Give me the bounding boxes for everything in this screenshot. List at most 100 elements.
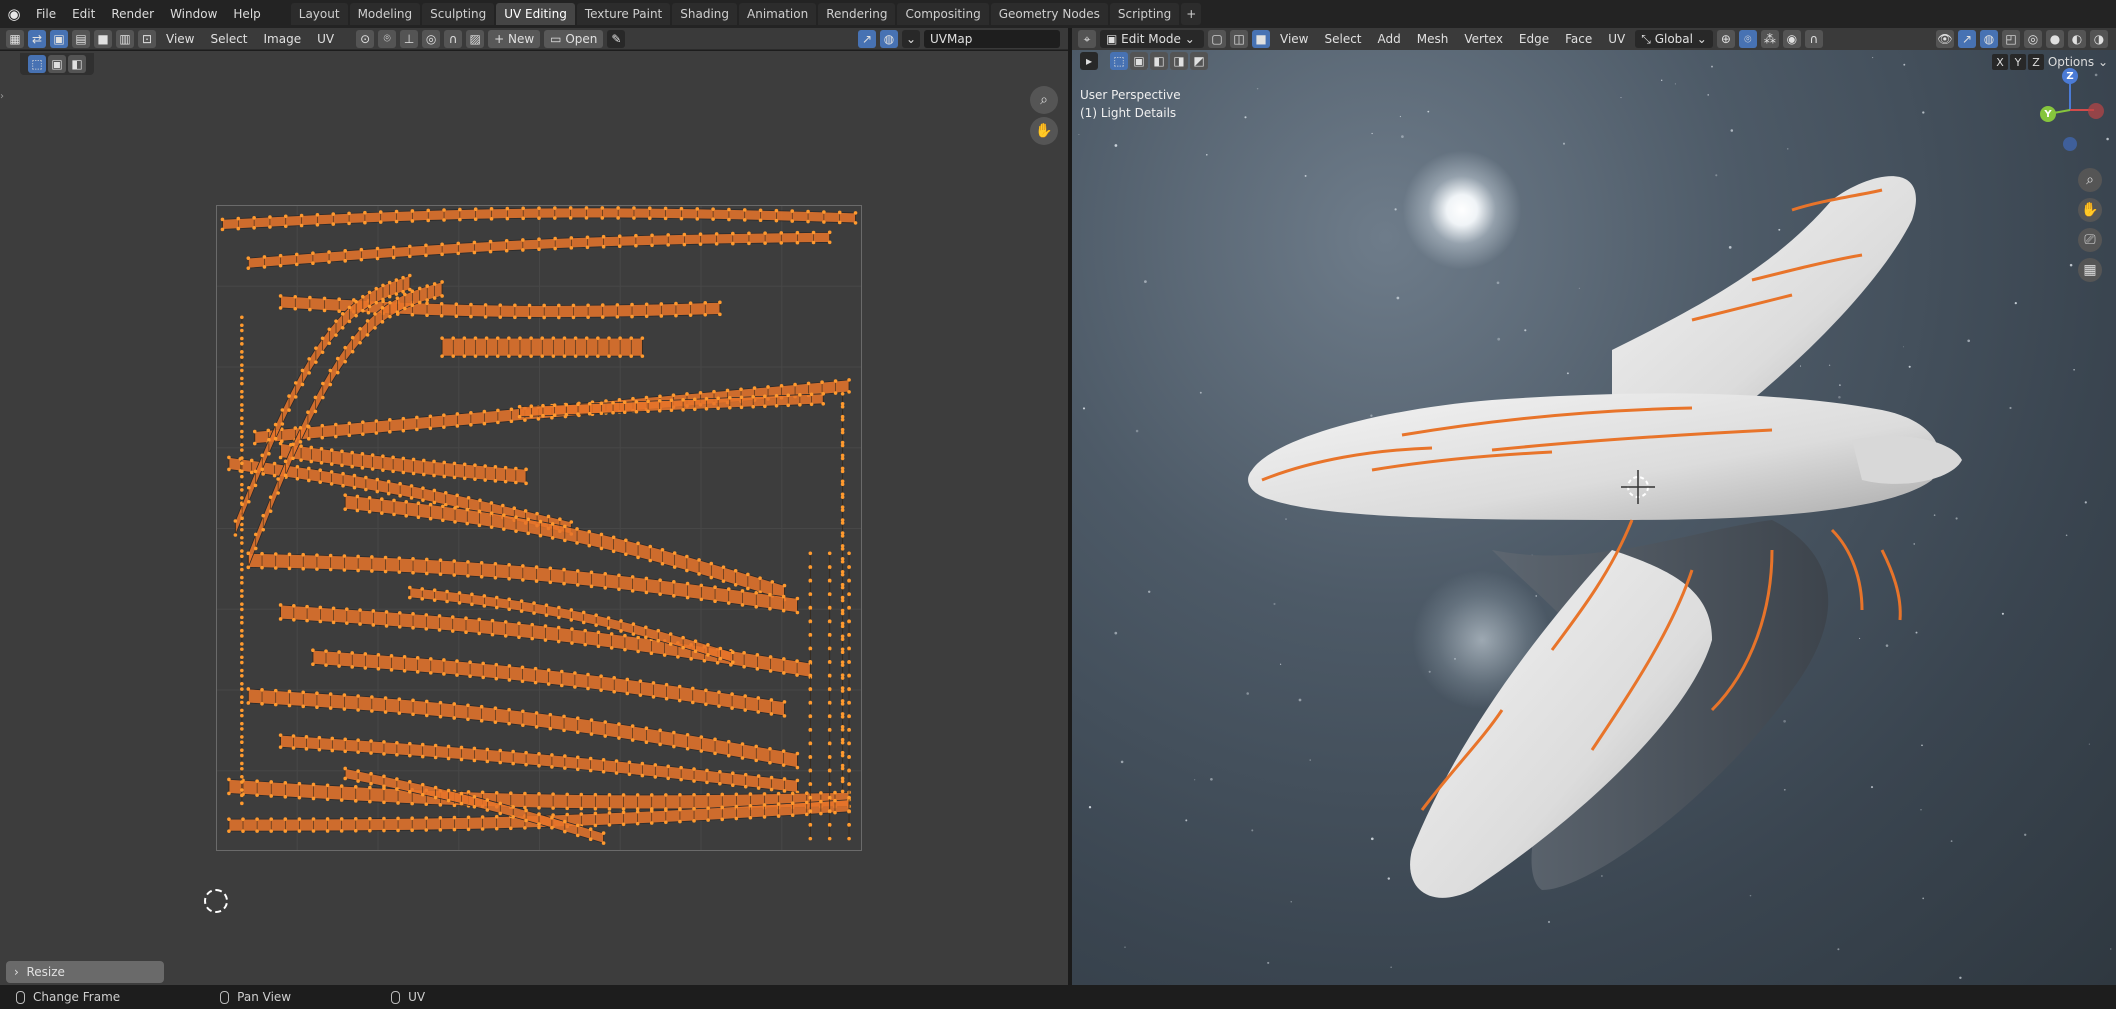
uv-vertex[interactable] (544, 613, 549, 618)
uv-vertex[interactable] (424, 713, 429, 718)
uv-vertex[interactable] (260, 551, 264, 556)
uv-vertex[interactable] (343, 249, 348, 253)
uv-vertex[interactable] (650, 233, 654, 238)
uv-vertex[interactable] (494, 826, 499, 831)
uv-vertex[interactable] (249, 470, 254, 475)
uv-vertex[interactable] (571, 303, 576, 308)
uv-vertex[interactable] (382, 816, 386, 821)
uv-vertex[interactable] (315, 222, 320, 227)
uv-vertex[interactable] (280, 408, 285, 412)
uv-vertex[interactable] (585, 245, 590, 250)
uv-vertex[interactable] (240, 780, 244, 784)
uv-vertex[interactable] (632, 206, 636, 210)
uv-vertex[interactable] (731, 660, 735, 664)
uv-vertex[interactable] (706, 653, 710, 657)
uv-vertex[interactable] (353, 799, 358, 803)
uv-vertex[interactable] (410, 303, 415, 307)
uv-vertex[interactable] (246, 485, 251, 490)
uv-vertex[interactable] (730, 706, 734, 710)
uv-vertex[interactable] (287, 566, 292, 571)
uv-vertex[interactable] (273, 702, 278, 707)
uv-vertex[interactable] (453, 520, 457, 524)
uv-vertex[interactable] (505, 206, 510, 211)
uv-vertex[interactable] (464, 616, 468, 621)
tab-scripting[interactable]: Scripting (1109, 3, 1180, 25)
uv-vertex[interactable] (342, 693, 347, 697)
uv-vertex[interactable] (339, 817, 344, 821)
uv-vertex[interactable] (588, 837, 593, 842)
uv-vertex[interactable] (268, 215, 272, 219)
uv-vertex[interactable] (439, 301, 444, 306)
uv-vertex[interactable] (599, 546, 604, 551)
uv-vertex[interactable] (718, 770, 722, 774)
uv-vertex[interactable] (840, 585, 845, 590)
uv-vertex[interactable] (446, 756, 451, 761)
uv-vertex[interactable] (535, 511, 539, 516)
tab-modeling[interactable]: Modeling (349, 3, 421, 25)
uv-vertex[interactable] (240, 381, 244, 386)
uv-vertex[interactable] (550, 816, 554, 820)
uv-vertex[interactable] (521, 206, 525, 211)
uv-vertex[interactable] (294, 262, 299, 267)
uv-vertex[interactable] (679, 765, 683, 770)
uv-vertex[interactable] (827, 632, 832, 637)
uv-vertex[interactable] (575, 767, 580, 772)
uv-vertex[interactable] (790, 801, 795, 806)
uv-vertex[interactable] (432, 598, 437, 602)
uv-vertex[interactable] (309, 445, 314, 450)
uv-vertex[interactable] (809, 402, 814, 407)
uv-vertex[interactable] (272, 473, 277, 478)
uv-vertex[interactable] (438, 828, 443, 832)
uv-vertex[interactable] (388, 430, 392, 434)
uv-vertex[interactable] (283, 214, 288, 219)
uv-vertex[interactable] (355, 508, 360, 513)
uv-vertex[interactable] (681, 635, 685, 640)
uv-vertex[interactable] (325, 829, 330, 833)
uv-vertex[interactable] (521, 723, 525, 728)
uv-vertex[interactable] (489, 207, 494, 211)
uv-vertex[interactable] (446, 744, 451, 749)
uv-vertex[interactable] (452, 815, 457, 820)
uv-vertex[interactable] (827, 619, 832, 623)
uv-vertex[interactable] (438, 700, 443, 705)
uv-vertex[interactable] (751, 394, 755, 399)
uv-vertex[interactable] (315, 705, 319, 710)
uv-vertex[interactable] (397, 625, 402, 629)
uv-vertex[interactable] (364, 475, 368, 480)
uv-vertex[interactable] (382, 784, 386, 789)
uv-vertex[interactable] (360, 452, 365, 456)
uv-vertex[interactable] (611, 535, 616, 540)
uv-vertex[interactable] (320, 350, 325, 355)
uv-vertex[interactable] (322, 308, 327, 313)
uv-vertex[interactable] (562, 728, 566, 733)
uv-vertex[interactable] (550, 415, 554, 420)
uv-vertex[interactable] (649, 809, 654, 813)
uv-vertex[interactable] (440, 294, 444, 298)
uv-vertex[interactable] (340, 449, 344, 454)
uv-vertex[interactable] (240, 342, 244, 346)
uv-vertex[interactable] (720, 817, 725, 822)
uvmap-field[interactable]: UVMap (924, 29, 1060, 48)
uv-vertex[interactable] (381, 283, 385, 288)
uv-vertex[interactable] (658, 742, 662, 747)
uv-vertex[interactable] (562, 354, 567, 358)
uv-vertex[interactable] (630, 589, 635, 593)
uv-vertex[interactable] (798, 402, 802, 407)
uv-vertex[interactable] (546, 668, 551, 672)
uv-vertex[interactable] (615, 315, 620, 319)
uv-vertex[interactable] (827, 660, 832, 664)
uv-vertex[interactable] (716, 396, 720, 401)
uv-vertex[interactable] (421, 472, 426, 477)
uv-vertex[interactable] (509, 419, 514, 424)
uv-vertex[interactable] (502, 513, 506, 517)
uv-vertex[interactable] (432, 473, 436, 478)
redo-panel-resize[interactable]: › Resize (6, 961, 164, 983)
editor-type-3d-icon[interactable]: ⌖ (1078, 30, 1096, 48)
uv-vertex[interactable] (507, 577, 511, 581)
uv-vertex[interactable] (808, 754, 813, 759)
uv-vertex[interactable] (240, 442, 244, 447)
uv-vertex[interactable] (603, 571, 608, 576)
uv-vertex[interactable] (551, 792, 555, 796)
uv-vertex[interactable] (513, 303, 517, 308)
uv-vertex[interactable] (480, 790, 485, 795)
